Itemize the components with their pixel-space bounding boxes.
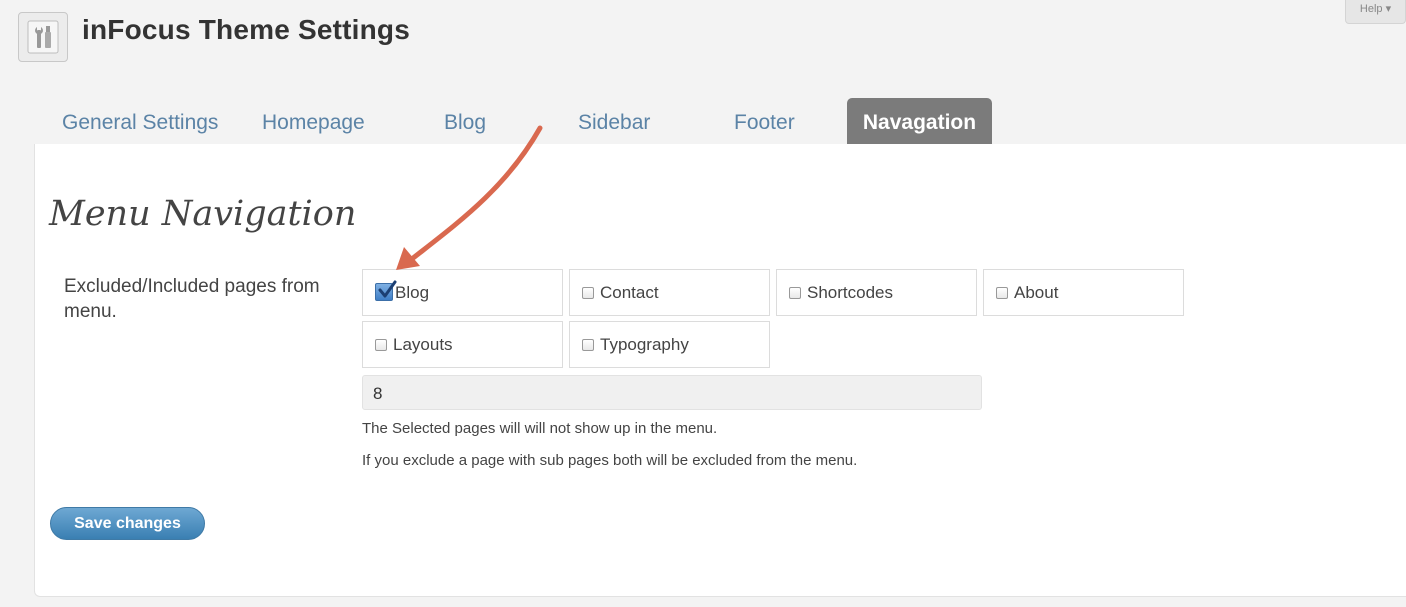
page-option-typography[interactable]: Typography xyxy=(569,321,770,368)
settings-tabs: General Settings Homepage Blog Sidebar F… xyxy=(40,98,1406,144)
tab-general-settings[interactable]: General Settings xyxy=(62,98,218,144)
tab-sidebar[interactable]: Sidebar xyxy=(578,98,650,144)
section-title: Menu Navigation xyxy=(49,194,357,234)
checkbox-icon[interactable] xyxy=(582,339,594,351)
tab-blog[interactable]: Blog xyxy=(444,98,486,144)
excluded-pages-field[interactable]: 8 xyxy=(362,375,982,410)
page-option-label: Contact xyxy=(600,283,659,302)
tab-navagation[interactable]: Navagation xyxy=(847,98,992,144)
page-option-shortcodes[interactable]: Shortcodes xyxy=(776,269,977,316)
help-text-line-1: The Selected pages will will not show up… xyxy=(362,420,718,437)
save-changes-button[interactable]: Save changes xyxy=(50,507,205,540)
page-option-label: Shortcodes xyxy=(807,283,893,302)
page-option-label: About xyxy=(1014,283,1059,302)
page-option-label: Layouts xyxy=(393,335,453,354)
field-label: Excluded/Included pages from menu. xyxy=(64,276,320,322)
page-option-blog[interactable]: Blog xyxy=(362,269,563,316)
tab-homepage[interactable]: Homepage xyxy=(262,98,365,144)
settings-panel: Menu Navigation Excluded/Included pages … xyxy=(34,144,1406,597)
page-option-layouts[interactable]: Layouts xyxy=(362,321,563,368)
checkbox-icon[interactable] xyxy=(375,339,387,351)
checkbox-checked-icon[interactable] xyxy=(375,280,397,301)
tools-icon xyxy=(18,12,68,62)
page-option-about[interactable]: About xyxy=(983,269,1184,316)
page-option-contact[interactable]: Contact xyxy=(569,269,770,316)
tab-footer[interactable]: Footer xyxy=(734,98,795,144)
page-title: inFocus Theme Settings xyxy=(82,14,410,45)
help-text-line-2: If you exclude a page with sub pages bot… xyxy=(362,452,858,469)
checkbox-icon[interactable] xyxy=(789,287,801,299)
checkbox-icon[interactable] xyxy=(582,287,594,299)
help-tab[interactable]: Help ▾ xyxy=(1345,0,1406,24)
page-option-label: Typography xyxy=(600,335,689,354)
page-option-label: Blog xyxy=(395,283,430,302)
checkbox-icon[interactable] xyxy=(996,287,1008,299)
